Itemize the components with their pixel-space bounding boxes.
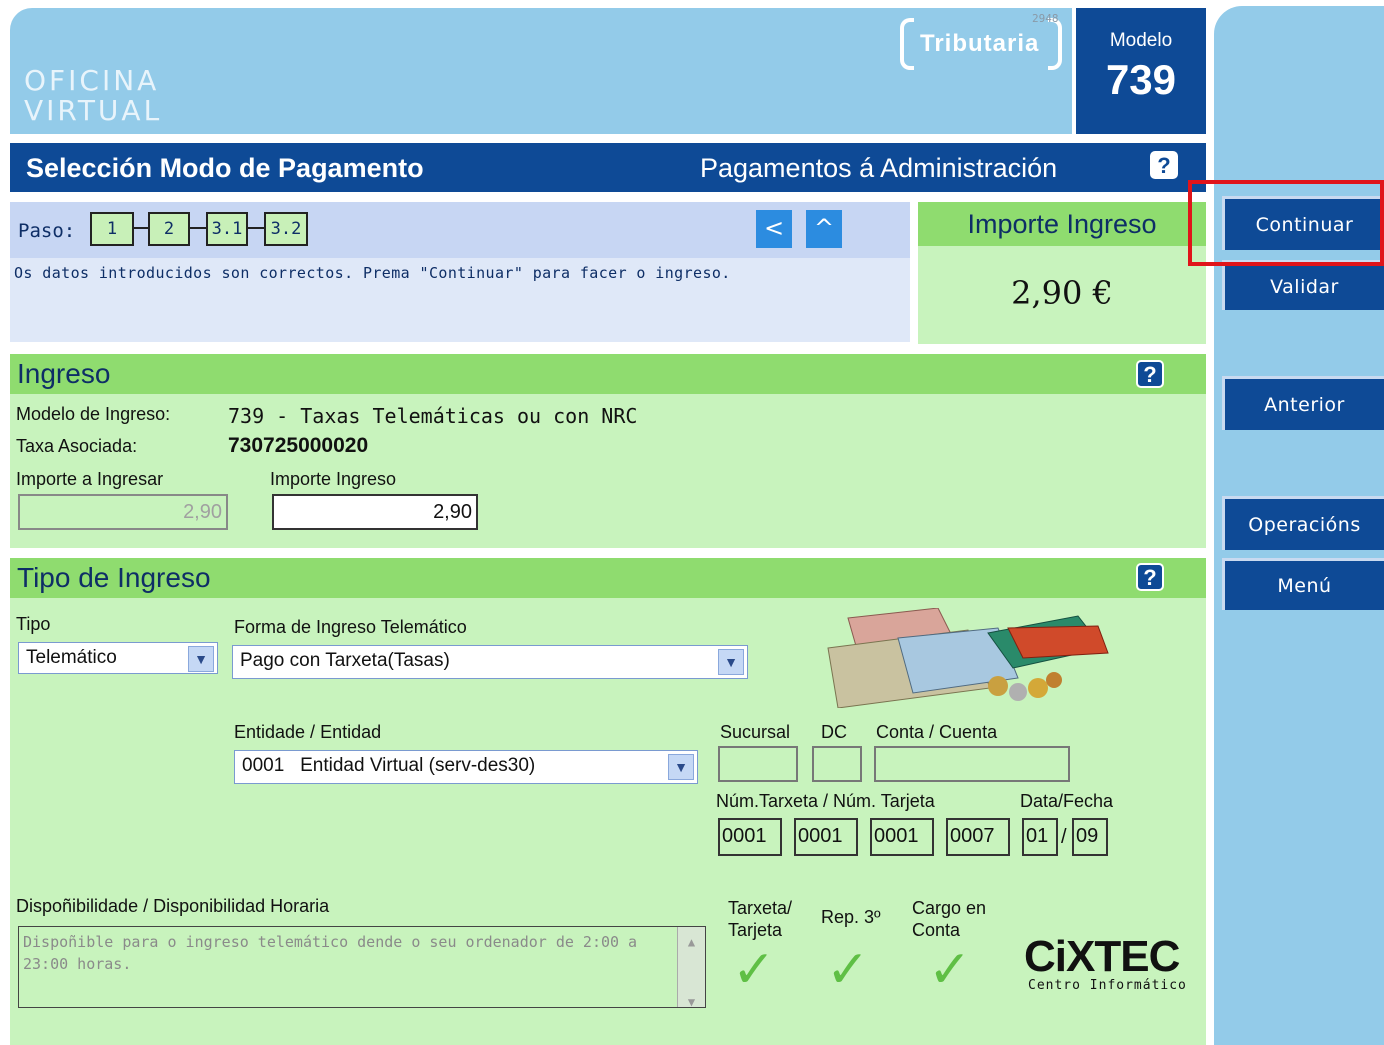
- menu-button[interactable]: Menú: [1222, 558, 1384, 610]
- sucursal-field[interactable]: [718, 746, 798, 782]
- ingreso-header: Ingreso: [10, 354, 1206, 394]
- tarxeta-label: Núm.Tarxeta / Núm. Tarjeta: [716, 791, 935, 811]
- check-tarxeta-label: Tarxeta/ Tarjeta: [728, 898, 793, 940]
- check-rep-label: Rep. 3º: [821, 907, 881, 927]
- date-separator: /: [1061, 826, 1067, 848]
- tributaria-number: 2948: [1032, 12, 1059, 25]
- cixtec-logo: CiXTEC: [1024, 932, 1180, 981]
- scroll-up-icon[interactable]: ▲: [678, 931, 705, 953]
- dc-label: DC: [821, 722, 847, 742]
- check-icon: ✓: [826, 940, 870, 1000]
- forma-ingreso-select[interactable]: Pago con Tarxeta(Tasas) ▼: [232, 645, 748, 679]
- tarxeta-field-3[interactable]: 0001: [870, 818, 934, 856]
- continuar-highlight: [1188, 180, 1384, 266]
- disponibilidade-textarea[interactable]: Dispoñible para o ingreso telemático den…: [18, 926, 706, 1009]
- check-icon: ✓: [732, 940, 776, 1000]
- tipo-label: Tipo: [16, 614, 51, 634]
- chevron-down-icon[interactable]: ▼: [718, 649, 744, 675]
- modelo-ingreso-value: 739 - Taxas Telemáticas ou con NRC: [228, 404, 638, 428]
- tipo-select[interactable]: Telemático ▼: [18, 642, 218, 674]
- logo-line1: OFICINA: [24, 64, 160, 97]
- sucursal-label: Sucursal: [720, 722, 791, 742]
- entidade-select[interactable]: 0001 Entidad Virtual (serv-des30) ▼: [234, 750, 698, 784]
- validar-button[interactable]: Validar: [1222, 260, 1384, 310]
- tipo-select-value: Telemático: [26, 647, 117, 668]
- importe-ingresar-label: Importe a Ingresar: [16, 469, 164, 489]
- importe-ingreso-field[interactable]: 2,90: [272, 494, 478, 530]
- data-label: Data/Fecha: [1020, 791, 1114, 811]
- importe-ingresar-field: 2,90: [18, 494, 228, 530]
- back-arrow-icon[interactable]: <: [756, 210, 792, 248]
- modelo-label: Modelo: [1109, 30, 1173, 51]
- tarxeta-field-2[interactable]: 0001: [794, 818, 858, 856]
- conta-field[interactable]: [874, 746, 1070, 782]
- taxa-asociada-label: Taxa Asociada:: [16, 436, 138, 456]
- tarxeta-field-1[interactable]: 0001: [718, 818, 782, 856]
- step-3-2[interactable]: 3.2: [264, 212, 308, 246]
- data-year-field[interactable]: 09: [1072, 818, 1108, 856]
- step-connector: [134, 227, 148, 229]
- importe-ingreso-label: Importe Ingreso: [270, 469, 397, 489]
- modelo-number: 739: [1105, 56, 1177, 103]
- scroll-down-icon[interactable]: ▼: [678, 991, 705, 1013]
- tipo-ingreso-help-icon[interactable]: ?: [1136, 563, 1164, 591]
- ingreso-help-icon[interactable]: ?: [1136, 360, 1164, 388]
- check-icon: ✓: [928, 940, 972, 1000]
- title-bar: Selección Modo de Pagamento Pagamentos á…: [10, 143, 1206, 192]
- taxa-asociada-value: 730725000020: [228, 434, 369, 457]
- modelo-box: Modelo 739: [1076, 8, 1206, 134]
- tributaria-logo: Tributaria: [920, 30, 1040, 57]
- oficina-virtual-logo: OFICINA VIRTUAL: [24, 66, 162, 126]
- page-title: Selección Modo de Pagamento: [26, 153, 424, 183]
- check-cargo-label: Cargo en Conta: [912, 898, 987, 940]
- tributaria-bracket-right: [1048, 18, 1062, 70]
- entidade-value: 0001 Entidad Virtual (serv-des30): [242, 755, 536, 776]
- status-message: Os datos introducidos son correctos. Pre…: [14, 264, 731, 282]
- disponibilidade-label: Dispoñibilidade / Disponibilidad Horaria: [16, 896, 330, 916]
- importe-panel-header: Importe Ingreso: [918, 202, 1206, 246]
- paso-label: Paso:: [18, 220, 76, 242]
- tipo-ingreso-header: Tipo de Ingreso: [10, 558, 1206, 598]
- anterior-button[interactable]: Anterior: [1222, 376, 1384, 430]
- up-arrow-icon[interactable]: ^: [806, 210, 842, 248]
- step-3-1[interactable]: 3.1: [206, 212, 248, 246]
- tributaria-bracket-left: [900, 18, 914, 70]
- forma-ingreso-label: Forma de Ingreso Telemático: [234, 617, 467, 637]
- chevron-down-icon[interactable]: ▼: [188, 646, 214, 672]
- conta-label: Conta / Cuenta: [876, 722, 998, 742]
- step-1[interactable]: 1: [90, 212, 134, 246]
- help-icon[interactable]: ?: [1150, 151, 1178, 179]
- scrollbar[interactable]: ▲ ▼: [677, 927, 705, 1009]
- disponibilidade-text: Dispoñible para o ingreso telemático den…: [23, 933, 638, 973]
- operacions-button[interactable]: Operacións: [1222, 496, 1384, 550]
- forma-ingreso-value: Pago con Tarxeta(Tasas): [240, 650, 450, 671]
- money-cards-illustration: [818, 607, 1110, 709]
- modelo-ingreso-label: Modelo de Ingreso:: [16, 404, 171, 424]
- chevron-down-icon[interactable]: ▼: [668, 754, 694, 780]
- cixtec-logo-subtitle: Centro Informático: [1028, 978, 1187, 993]
- dc-field[interactable]: [812, 746, 862, 782]
- tarxeta-field-4[interactable]: 0007: [946, 818, 1010, 856]
- section-title: Pagamentos á Administración: [700, 153, 1058, 183]
- step-2[interactable]: 2: [148, 212, 190, 246]
- importe-panel-value: 2,90 €: [1011, 274, 1113, 312]
- data-month-field[interactable]: 01: [1022, 818, 1058, 856]
- entidade-label: Entidade / Entidad: [234, 722, 382, 742]
- logo-line2: VIRTUAL: [24, 94, 163, 127]
